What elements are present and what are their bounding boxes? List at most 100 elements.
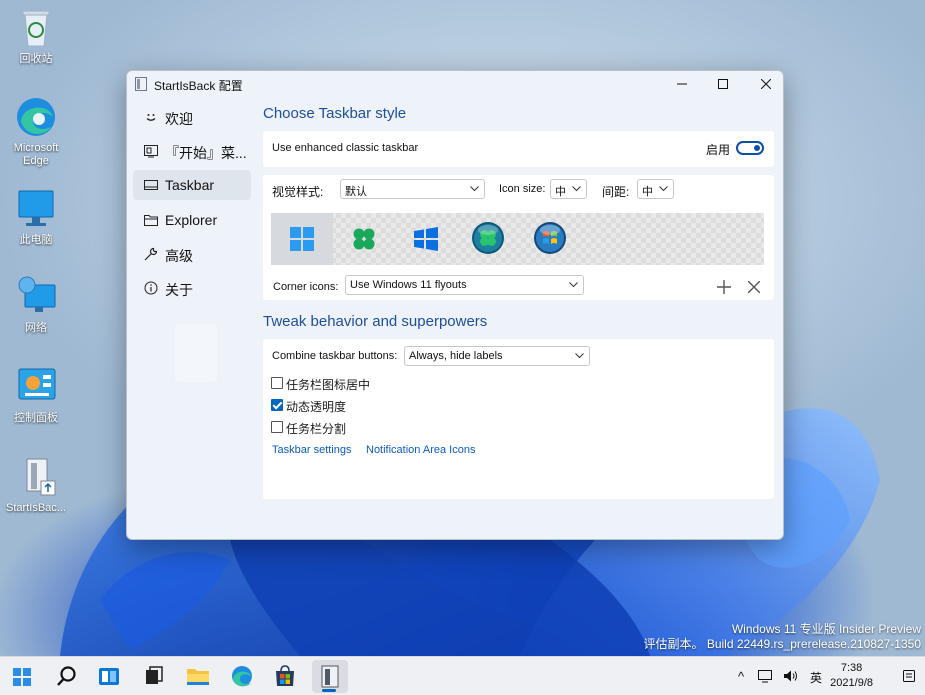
nav-label: 关于 [165, 282, 193, 298]
app-icon [135, 77, 147, 91]
watermark-line-1: Windows 11 专业版 Insider Preview [731, 622, 921, 636]
tray-overflow-chevron[interactable]: ^ [738, 669, 744, 684]
widgets-button[interactable] [92, 660, 126, 693]
taskbar-style-card: 视觉样式: 默认 Icon size: 中 间距: 中 Corner icons… [263, 175, 774, 300]
close-icon [761, 79, 771, 89]
ime-indicator[interactable]: 英 [810, 669, 822, 686]
corner-icons-select[interactable]: Use Windows 11 flyouts [345, 275, 584, 295]
spacing-select[interactable]: 中 [637, 179, 674, 199]
style-option-windows-10[interactable] [395, 213, 457, 265]
nav-item-taskbar[interactable]: Taskbar [133, 170, 251, 200]
chevron-down-icon [659, 186, 668, 192]
spacing-label: 间距: [602, 185, 630, 199]
section-title-behavior: Tweak behavior and superpowers [263, 313, 488, 330]
maximize-button[interactable] [700, 71, 746, 97]
add-icon[interactable] [717, 280, 731, 294]
toggle-knob [754, 145, 760, 151]
enhanced-taskbar-label: Use enhanced classic taskbar [272, 142, 419, 154]
icon-size-select[interactable]: 中 [550, 179, 587, 199]
style-option-clover-orb[interactable] [457, 213, 519, 265]
watermark-line-2: 评估副本。 Build 22449.rs_prerelease.210827-1… [643, 637, 922, 651]
checkbox-box[interactable] [271, 421, 283, 433]
volume-icon[interactable] [783, 669, 799, 683]
taskbar: ^ 英 7:38 2021/9/8 [0, 656, 925, 695]
taskbar-settings-link[interactable]: Taskbar settings [272, 444, 351, 456]
enhanced-taskbar-card: Use enhanced classic taskbar 启用 [263, 131, 774, 167]
desktop-icon-label: Microsoft Edge [13, 142, 59, 167]
clover-orb-icon [472, 222, 504, 254]
close-button[interactable] [743, 71, 783, 97]
maximize-icon [718, 79, 728, 89]
start-menu-icon [144, 145, 158, 158]
remove-icon[interactable] [748, 281, 760, 293]
desktop-icon-label: 控制面板 [14, 412, 58, 424]
desktop-icon-this-pc[interactable]: 此电脑 [1, 187, 71, 247]
icon-size-value: 中 [555, 186, 566, 198]
store-icon [276, 665, 294, 686]
visual-style-select[interactable]: 默认 [340, 179, 485, 199]
desktop-icon-recycle-bin[interactable]: 回收站 [1, 6, 71, 66]
windows-10-icon [414, 227, 438, 251]
corner-icons-value: Use Windows 11 flyouts [350, 279, 467, 291]
nav-label: 欢迎 [165, 111, 193, 127]
taskbar-clock[interactable]: 7:38 2021/9/8 [830, 661, 873, 691]
desktop-icon-control-panel[interactable]: 控制面板 [1, 365, 71, 425]
nav-label: 『开始』菜... [165, 145, 247, 161]
nav-label: Explorer [165, 212, 218, 228]
combine-buttons-label: Combine taskbar buttons: [272, 350, 398, 362]
file-explorer-icon [187, 669, 209, 685]
style-option-windows-11[interactable] [271, 213, 333, 265]
os-watermark: Windows 11 专业版 Insider Preview 评估副本。 Bui… [644, 622, 922, 652]
checkbox-box[interactable] [271, 399, 283, 411]
desktop-icon-startisback[interactable]: StartIsBac... [1, 455, 71, 515]
start-icon [13, 668, 31, 686]
section-title-taskbar-style: Choose Taskbar style [263, 105, 407, 122]
widgets-icon [99, 668, 119, 685]
corner-icons-label: Corner icons: [273, 281, 339, 293]
notification-area-icons-link[interactable]: Notification Area Icons [366, 444, 475, 456]
enhanced-taskbar-toggle[interactable] [736, 141, 764, 155]
checkbox-box[interactable] [271, 377, 283, 389]
task-view-button[interactable] [136, 660, 170, 693]
start-button[interactable] [5, 660, 39, 693]
smiley-icon [146, 114, 156, 121]
control-panel-icon [18, 368, 56, 400]
title-bar[interactable]: StartIsBack 配置 [127, 71, 783, 97]
enabled-label: 启用 [706, 143, 731, 157]
desktop-icon-label: 此电脑 [19, 234, 53, 246]
startisback-taskbar-button[interactable] [312, 660, 348, 693]
search-button[interactable] [49, 660, 83, 693]
windows-7-orb-icon [534, 222, 566, 254]
minimize-button[interactable] [659, 71, 705, 97]
notification-icon[interactable] [902, 669, 916, 683]
nav-item-welcome[interactable]: 欢迎 [133, 102, 251, 132]
network-tray-icon[interactable] [758, 669, 774, 683]
nav-placeholder-panel [175, 324, 217, 382]
desktop-icon-edge[interactable]: Microsoft Edge [1, 95, 71, 168]
nav-item-about[interactable]: 关于 [133, 273, 251, 303]
store-button[interactable] [268, 660, 302, 693]
style-option-windows-7-orb[interactable] [519, 213, 581, 265]
behavior-card: Combine taskbar buttons: Always, hide la… [263, 339, 774, 499]
startisback-icon [321, 665, 339, 688]
search-icon [57, 666, 76, 686]
combine-buttons-select[interactable]: Always, hide labels [404, 346, 590, 366]
monitor-icon [18, 190, 54, 226]
edge-taskbar-button[interactable] [225, 660, 259, 693]
clover-icon [353, 228, 375, 250]
desktop-icon-label: StartIsBac... [6, 502, 66, 514]
folder-icon [144, 215, 158, 226]
style-option-clover[interactable] [333, 213, 395, 265]
spacing-value: 中 [642, 186, 653, 198]
chevron-down-icon [575, 353, 584, 359]
wrench-icon [144, 247, 158, 261]
nav-item-advanced[interactable]: 高级 [133, 239, 251, 269]
visual-style-value: 默认 [345, 186, 367, 198]
nav-item-explorer[interactable]: Explorer [133, 205, 251, 235]
chevron-down-icon [569, 282, 578, 288]
chevron-down-icon [470, 186, 479, 192]
checkbox-label: 动态透明度 [286, 400, 347, 414]
file-explorer-button[interactable] [181, 660, 215, 693]
desktop-icon-network[interactable]: 网络 [1, 275, 71, 335]
nav-item-start-menu[interactable]: 『开始』菜... [133, 136, 251, 166]
